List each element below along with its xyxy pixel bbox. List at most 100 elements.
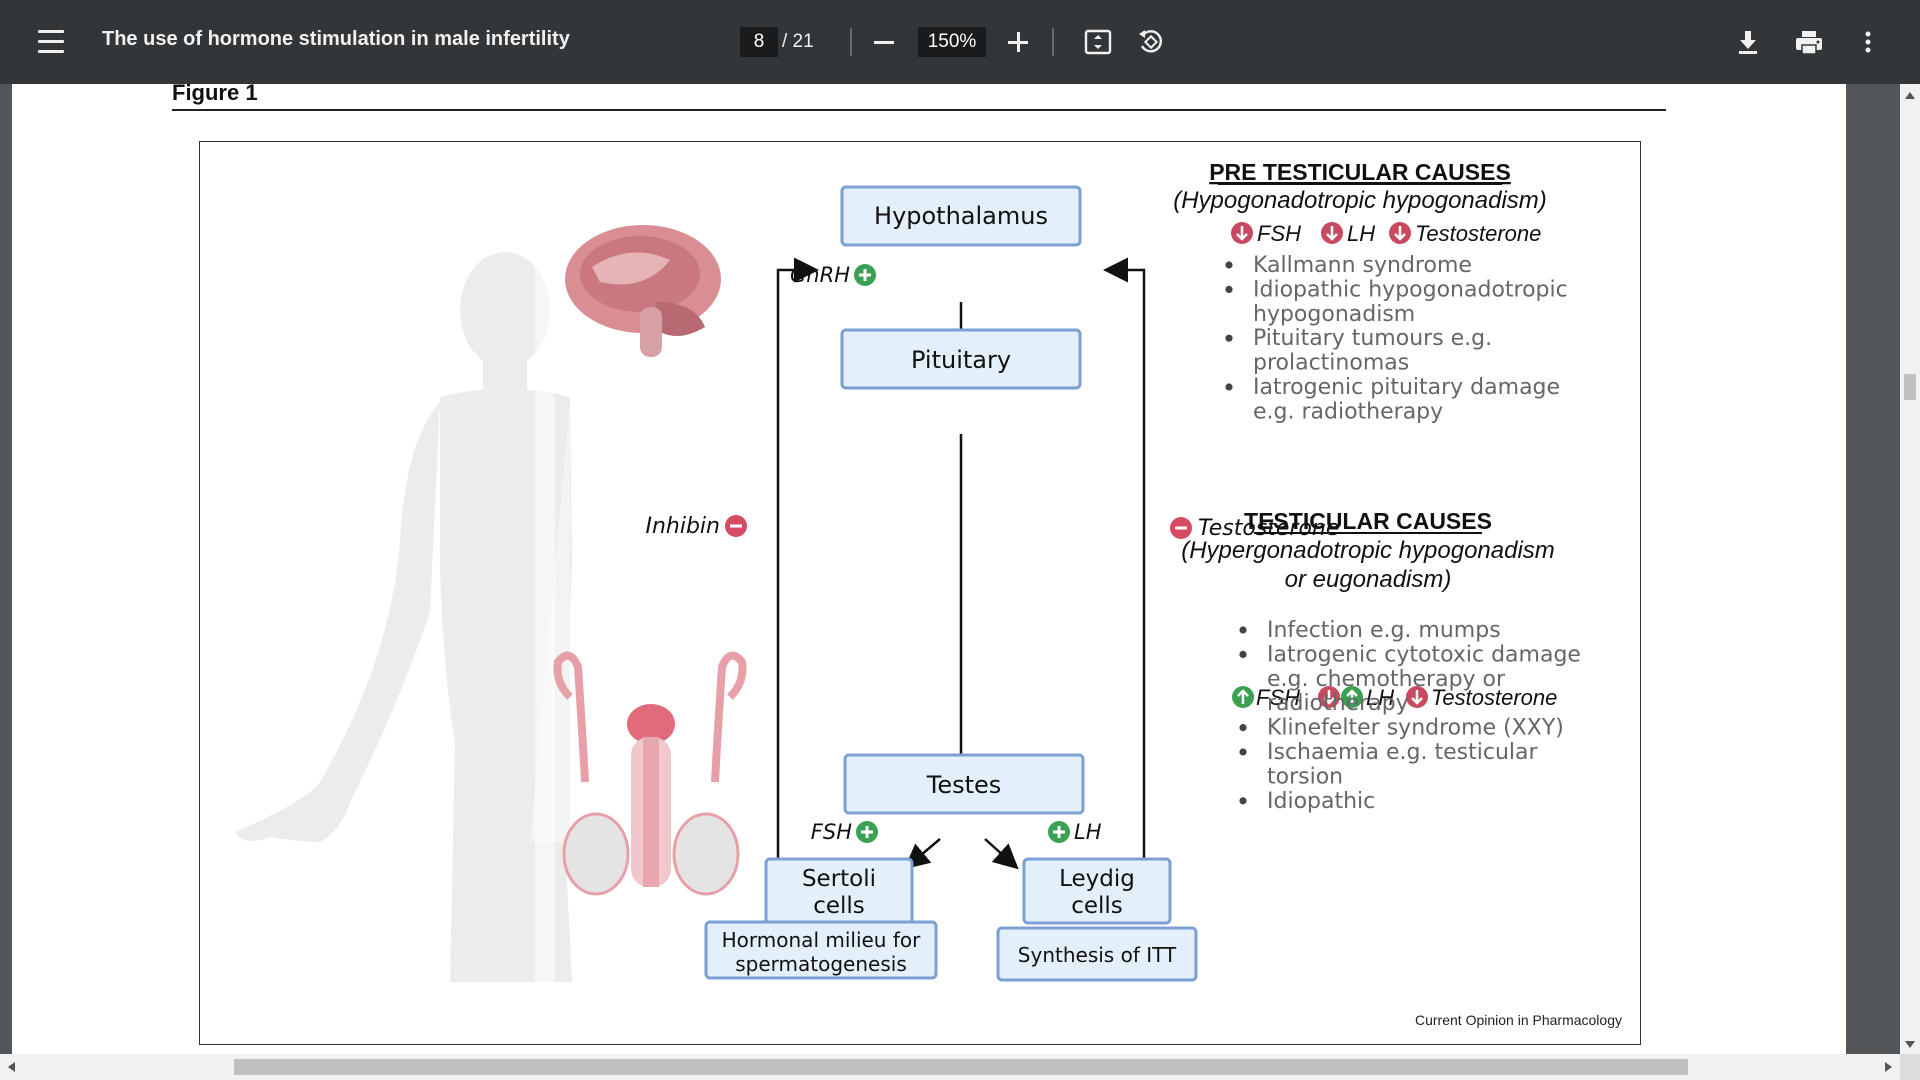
pdf-page: Figure 1 Hypothalamus Pituitary Testes S… (12, 84, 1846, 1054)
toolbar-divider (850, 28, 852, 56)
page-number-input[interactable]: 8 (740, 27, 778, 57)
bullet-dot (1225, 334, 1233, 342)
pre-testicular-subtitle: (Hypogonadotropic hypogonadism) (1173, 187, 1547, 214)
bullet-dot (1239, 626, 1247, 634)
bullet-dot (1225, 383, 1233, 391)
arrow-down-icon (1321, 222, 1343, 244)
lh-label: LH (1074, 820, 1102, 844)
pituitary-label: Pituitary (911, 346, 1011, 374)
testicular-subtitle-2: or eugonadism) (1285, 566, 1452, 593)
pre-testicular-item-1-line-0: Idiopathic hypogonadotropic (1253, 277, 1568, 302)
pre-testicular-item-1-line-1: hypogonadism (1253, 302, 1415, 327)
leydig-label-1: Leydig (1059, 866, 1135, 892)
scroll-up-icon[interactable] (1905, 92, 1915, 99)
pre-testicular-item-2-line-0: Pituitary tumours e.g. (1253, 326, 1492, 351)
sertoli-label-2: cells (813, 893, 865, 919)
pituitary-node: Pituitary (840, 328, 1082, 390)
scrollbar-corner (1900, 1054, 1920, 1080)
pre-testicular-item-2-line-1: prolactinomas (1253, 351, 1409, 376)
sertoli-cells-node: Sertoli cells (764, 857, 914, 925)
fit-page-icon[interactable] (1084, 29, 1112, 55)
testicular-item-3-line-1: torsion (1267, 764, 1343, 789)
document-title: The use of hormone stimulation in male i… (102, 28, 570, 50)
horizontal-scroll-thumb[interactable] (234, 1059, 1688, 1075)
bullet-dot (1239, 724, 1247, 732)
pre-testicular-title: PRE TESTICULAR CAUSES (1209, 159, 1511, 185)
pre-testicular-item-3-line-1: e.g. radiotherapy (1253, 399, 1443, 424)
pre-marker-testosterone: Testosterone (1415, 221, 1541, 246)
leydig-label-2: cells (1071, 893, 1123, 919)
bullet-dot (1239, 650, 1247, 658)
gnrh-label: GnRH (790, 263, 850, 287)
figure-frame: Hypothalamus Pituitary Testes Sertoli ce… (199, 141, 1641, 1045)
pre-testicular-list: Kallmann syndromeIdiopathic hypogonadotr… (1225, 253, 1568, 424)
testes-node: Testes (843, 753, 1085, 815)
pre-testicular-item-3-line-0: Iatrogenic pituitary damage (1253, 375, 1560, 400)
horizontal-scrollbar[interactable] (0, 1054, 1900, 1080)
testicular-item-1-line-0: Iatrogenic cytotoxic damage (1267, 642, 1581, 667)
pre-testicular-item-0-line-0: Kallmann syndrome (1253, 253, 1472, 278)
pdf-toolbar: The use of hormone stimulation in male i… (0, 0, 1920, 84)
bullet-dot (1225, 285, 1233, 293)
zoom-level-input[interactable]: 150% (918, 27, 986, 57)
scroll-down-icon[interactable] (1905, 1041, 1915, 1048)
hypothalamus-node: Hypothalamus (840, 185, 1082, 247)
more-vert-icon[interactable] (1858, 28, 1878, 56)
minus-icon (1170, 517, 1192, 539)
toolbar-divider (1052, 28, 1054, 56)
testicular-item-1-line-1: e.g. chemotherapy or (1267, 667, 1506, 692)
reproductive-organs-illustration (553, 651, 747, 896)
leydig-cells-node: Leydig cells (1022, 857, 1172, 925)
testicular-subtitle-1: (Hypergonadotropic hypogonadism (1181, 537, 1555, 564)
rotate-icon[interactable] (1136, 28, 1166, 56)
bullet-dot (1239, 797, 1247, 805)
arrow-down-icon (1389, 222, 1411, 244)
testicular-item-0-line-0: Infection e.g. mumps (1267, 618, 1501, 643)
milieu-label-1: Hormonal milieu for (722, 928, 921, 952)
bullet-dot (1239, 748, 1247, 756)
testes-label: Testes (926, 771, 1002, 799)
human-body-illustration (235, 252, 572, 982)
page-total: / 21 (782, 31, 814, 52)
pre-marker-lh: LH (1347, 221, 1375, 246)
itt-label: Synthesis of ITT (1018, 943, 1177, 967)
testicular-item-3-line-0: Ischaemia e.g. testicular (1267, 740, 1538, 765)
milieu-label-2: spermatogenesis (735, 952, 906, 976)
plus-icon (854, 264, 876, 286)
plus-icon (856, 821, 878, 843)
minus-icon (725, 515, 747, 537)
plus-icon (1048, 821, 1070, 843)
menu-icon[interactable] (36, 30, 66, 54)
testicular-title: TESTICULAR CAUSES (1244, 508, 1492, 534)
pre-testicular-panel: PRE TESTICULAR CAUSES (Hypogonadotropic … (1173, 159, 1568, 424)
print-icon[interactable] (1794, 28, 1824, 56)
figure-credit: Current Opinion in Pharmacology (1415, 1012, 1622, 1028)
vertical-scrollbar[interactable] (1900, 84, 1920, 1054)
bullet-dot (1225, 261, 1233, 269)
scroll-left-icon[interactable] (8, 1062, 15, 1072)
fsh-label: FSH (811, 820, 852, 844)
document-viewer[interactable]: Figure 1 Hypothalamus Pituitary Testes S… (0, 84, 1900, 1054)
figure-label: Figure 1 (172, 84, 258, 105)
zoom-in-icon[interactable] (1006, 30, 1032, 54)
itt-synthesis-node: Synthesis of ITT (996, 926, 1198, 982)
arrow-down-icon (1231, 222, 1253, 244)
testicular-panel: TESTICULAR CAUSES (Hypergonadotropic hyp… (1181, 508, 1581, 814)
arrow-up-icon (1232, 686, 1254, 708)
brain-illustration (565, 225, 721, 357)
scroll-right-icon[interactable] (1885, 1062, 1892, 1072)
testicular-item-2-line-0: Klinefelter syndrome (XXY) (1267, 716, 1564, 741)
testicular-item-4-line-0: Idiopathic (1267, 789, 1375, 814)
testicular-item-1-line-2: radiotherapy (1267, 691, 1409, 716)
hypothalamus-label: Hypothalamus (874, 202, 1048, 230)
inhibin-label: Inhibin (645, 514, 720, 539)
pre-marker-fsh: FSH (1257, 221, 1301, 246)
zoom-out-icon[interactable] (872, 30, 898, 54)
hpg-axis-diagram: Hypothalamus Pituitary Testes Sertoli ce… (235, 159, 1581, 987)
testicular-list: Infection e.g. mumpsIatrogenic cytotoxic… (1239, 618, 1581, 814)
figure-rule (172, 109, 1666, 111)
hormonal-milieu-node: Hormonal milieu for spermatogenesis (704, 920, 938, 980)
vertical-scroll-thumb[interactable] (1904, 374, 1916, 400)
download-icon[interactable] (1734, 28, 1762, 56)
sertoli-label-1: Sertoli (802, 866, 876, 892)
